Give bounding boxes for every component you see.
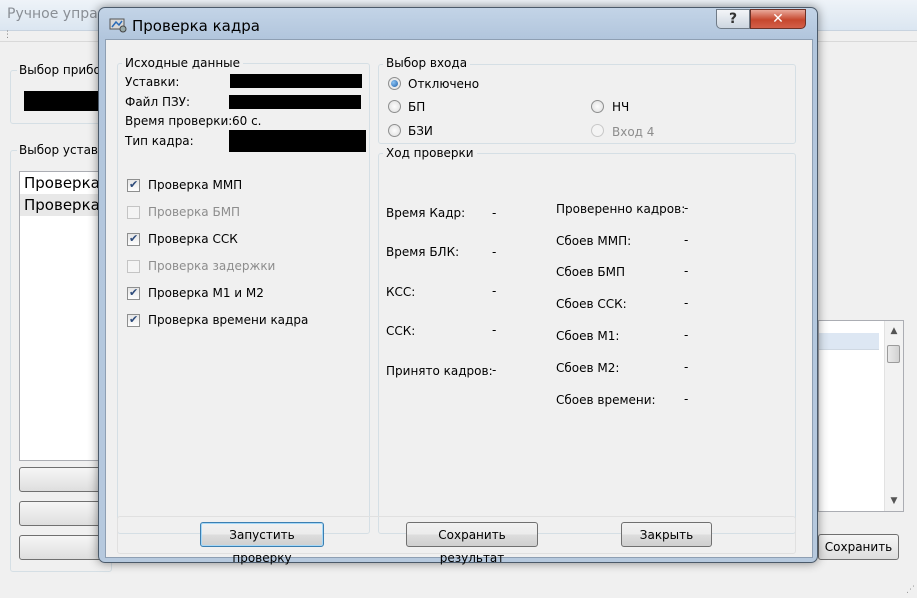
background-device-field xyxy=(24,91,104,111)
input-select-group-label: Выбор входа xyxy=(383,56,471,70)
setpoints-label: Уставки: xyxy=(125,75,180,89)
input-off-label[interactable]: Отключено xyxy=(408,77,479,91)
app-icon xyxy=(109,18,127,33)
frame-time-label: Время Кадр: xyxy=(386,206,466,220)
check-mmp-label[interactable]: Проверка ММП xyxy=(148,178,242,192)
input-bzi-label[interactable]: БЗИ xyxy=(408,124,433,138)
background-menu-grip: ⋮ xyxy=(3,30,12,40)
time-errors-label: Сбоев времени: xyxy=(556,393,656,407)
list-item[interactable]: Проверка xyxy=(20,172,110,194)
background-button[interactable] xyxy=(19,467,109,492)
background-button[interactable] xyxy=(19,535,109,560)
scroll-down-icon[interactable]: ▼ xyxy=(885,493,903,509)
radio-icon[interactable] xyxy=(388,100,401,113)
input-4-label: Вход 4 xyxy=(612,125,655,139)
checkbox-checked-icon[interactable] xyxy=(127,313,140,327)
ssk-errors-value: - xyxy=(684,296,689,310)
checkbox-checked-icon[interactable] xyxy=(127,286,140,300)
background-save-button[interactable]: Сохранить xyxy=(818,534,899,560)
background-table-scrollbar[interactable]: ▲ ▼ xyxy=(884,321,903,511)
list-item[interactable]: Проверка xyxy=(20,194,110,216)
frame-check-dialog: Проверка кадра ? ✕ Исходные данные Устав… xyxy=(98,7,818,565)
dialog-client-area: Исходные данные Уставки: Файл ПЗУ: Время… xyxy=(105,39,813,565)
background-device-group-label: Выбор прибо xyxy=(17,63,103,77)
checkbox-checked-icon[interactable] xyxy=(127,178,140,192)
check-time-label: Время проверки: xyxy=(125,114,233,128)
check-time-value: 60 с. xyxy=(232,114,262,128)
scroll-up-icon[interactable]: ▲ xyxy=(885,323,903,339)
background-setpoints-group-label: Выбор уставо xyxy=(17,143,108,157)
resize-grip-icon[interactable]: ⋰ xyxy=(906,585,915,595)
m2-errors-label: Сбоев М2: xyxy=(556,361,620,375)
blk-time-value: - xyxy=(492,245,497,259)
save-result-button[interactable]: Сохранить результат xyxy=(406,522,538,565)
bmp-errors-label: Сбоев БМП xyxy=(556,265,625,279)
check-progress-group-label: Ход проверки xyxy=(383,146,477,160)
time-errors-value: - xyxy=(684,392,689,406)
close-button[interactable]: Закрыть xyxy=(621,522,712,547)
dialog-title: Проверка кадра xyxy=(132,17,260,35)
frames-checked-label: Проверенно кадров: xyxy=(556,202,686,216)
mmp-errors-value: - xyxy=(684,233,689,247)
checkbox-checked-icon[interactable] xyxy=(127,232,140,246)
background-table-header xyxy=(819,333,879,350)
checkbox-disabled-icon xyxy=(127,260,140,273)
input-bp-label[interactable]: БП xyxy=(408,100,425,114)
start-check-button[interactable]: Запустить проверку xyxy=(200,522,324,565)
background-table[interactable]: ▲ ▼ xyxy=(818,320,904,512)
source-data-group-label: Исходные данные xyxy=(122,56,244,70)
check-ssk-label[interactable]: Проверка ССК xyxy=(148,232,238,246)
help-button[interactable]: ? xyxy=(716,9,750,29)
background-button[interactable] xyxy=(19,501,109,526)
checkbox-disabled-icon xyxy=(127,206,140,219)
rom-file-label: Файл ПЗУ: xyxy=(125,95,191,109)
radio-icon[interactable] xyxy=(591,100,604,113)
frames-checked-value: - xyxy=(684,201,689,215)
check-delay-label: Проверка задержки xyxy=(148,259,276,273)
kss-value: - xyxy=(492,284,497,298)
bmp-errors-value: - xyxy=(684,264,689,278)
m1-errors-label: Сбоев М1: xyxy=(556,329,620,343)
radio-disabled-icon xyxy=(591,124,604,137)
radio-selected-icon[interactable] xyxy=(388,77,401,90)
m1-errors-value: - xyxy=(684,328,689,342)
input-select-group xyxy=(378,64,796,144)
m2-errors-value: - xyxy=(684,360,689,374)
rom-file-value xyxy=(229,95,361,109)
scrollbar-thumb[interactable] xyxy=(887,345,900,363)
frame-time-value: - xyxy=(492,206,497,220)
check-m1-m2-label[interactable]: Проверка М1 и М2 xyxy=(148,286,264,300)
frames-received-label: Принято кадров: xyxy=(386,364,493,378)
frame-type-value xyxy=(229,130,366,152)
input-nch-label[interactable]: НЧ xyxy=(612,100,629,114)
kss-label: КСС: xyxy=(386,285,416,299)
ssk-label: ССК: xyxy=(386,324,416,338)
frame-type-label: Тип кадра: xyxy=(125,134,194,148)
check-bmp-label: Проверка БМП xyxy=(148,205,241,219)
mmp-errors-label: Сбоев ММП: xyxy=(556,234,632,248)
blk-time-label: Время БЛК: xyxy=(386,245,460,259)
ssk-value: - xyxy=(492,323,497,337)
check-frame-time-label[interactable]: Проверка времени кадра xyxy=(148,313,308,327)
background-window-title: Ручное упра xyxy=(7,6,98,22)
ssk-errors-label: Сбоев ССК: xyxy=(556,297,627,311)
setpoints-value xyxy=(230,74,362,88)
close-window-button[interactable]: ✕ xyxy=(750,9,806,29)
radio-icon[interactable] xyxy=(388,124,401,137)
frames-received-value: - xyxy=(492,363,497,377)
